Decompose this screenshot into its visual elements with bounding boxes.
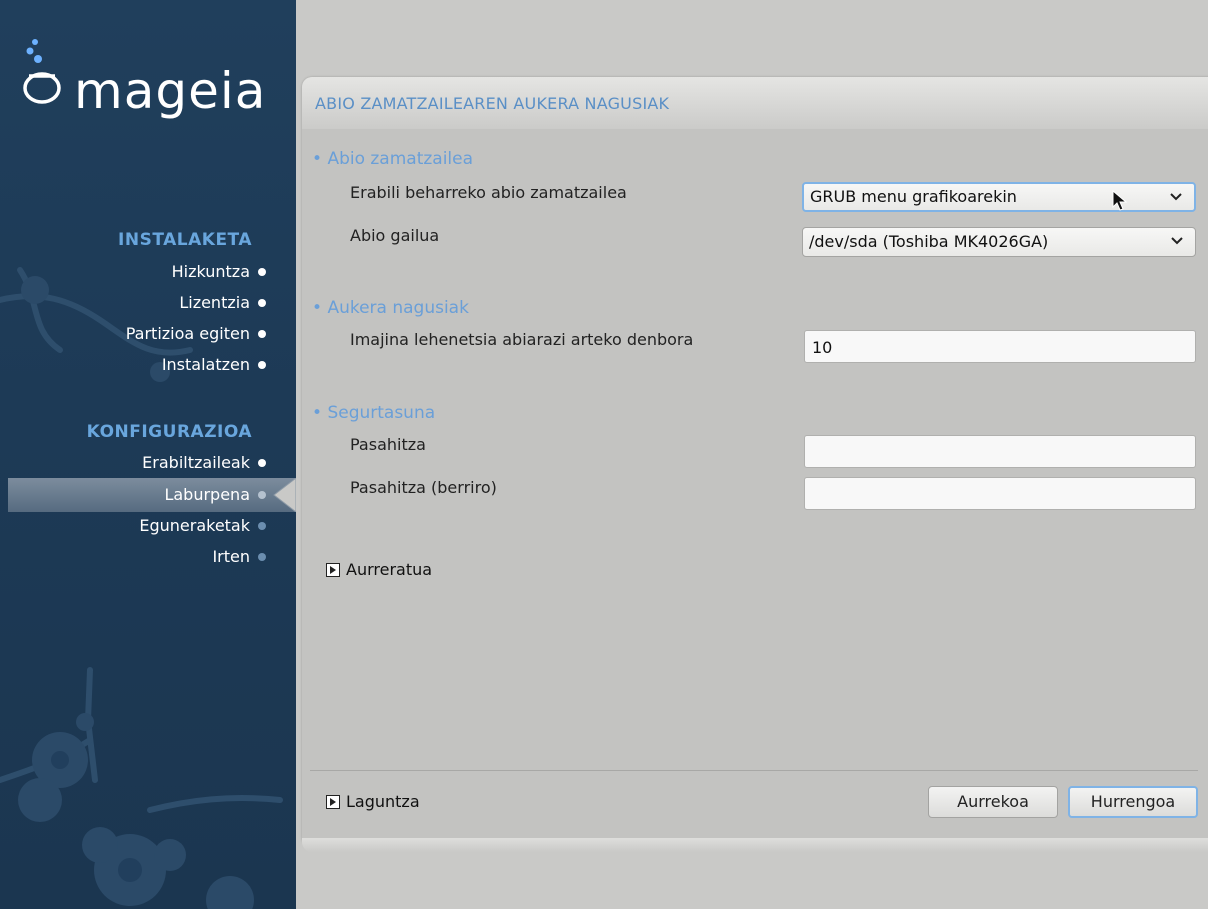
chevron-down-icon: [1171, 237, 1183, 245]
sidebar: mageia INSTALAKETA Hizkuntza Lizentzia P…: [0, 0, 296, 909]
nav-item-label: Eguneraketak: [139, 516, 250, 535]
nav-item-installing: Instalatzen: [161, 350, 266, 380]
group-heading-text: Segurtasuna: [327, 403, 436, 423]
delay-label: Imajina lehenetsia abiarazi arteko denbo…: [350, 330, 694, 349]
nav-item-exit: Irten: [212, 542, 266, 572]
mageia-logo-icon: [23, 39, 61, 104]
group-heading-security: • Segurtasuna: [312, 403, 436, 423]
help-expander[interactable]: Laguntza: [326, 792, 420, 811]
nav-item-label: Hizkuntza: [171, 262, 250, 281]
group-heading-text: Aukera nagusiak: [327, 298, 469, 318]
nav-section-configuration: KONFIGURAZIOA: [86, 422, 252, 442]
group-heading-main-options: • Aukera nagusiak: [312, 298, 469, 318]
step-pending-dot-icon: [258, 522, 266, 530]
advanced-label: Aurreratua: [346, 560, 433, 579]
nav-item-label: Partizioa egiten: [125, 324, 250, 343]
password-input[interactable]: [804, 435, 1196, 468]
step-current-dot-icon: [258, 491, 266, 499]
chevron-down-icon: [1170, 193, 1182, 201]
nav-item-label: Erabiltzaileak: [142, 453, 250, 472]
previous-button[interactable]: Aurrekoa: [928, 786, 1058, 818]
nav-section-installation: INSTALAKETA: [118, 230, 252, 250]
group-heading-text: Abio zamatzailea: [327, 149, 474, 169]
mouse-pointer-icon: [1112, 190, 1128, 211]
nav-item-license: Lizentzia: [179, 288, 266, 318]
bootloader-select[interactable]: GRUB menu grafikoarekin: [802, 182, 1196, 212]
delay-input[interactable]: 10: [804, 330, 1196, 363]
nav-item-users: Erabiltzaileak: [142, 448, 266, 478]
step-done-dot-icon: [258, 330, 266, 338]
bootloader-select-value: GRUB menu grafikoarekin: [810, 187, 1017, 206]
password-label: Pasahitza: [350, 435, 426, 454]
nav-current-highlight: [8, 478, 296, 512]
step-pending-dot-icon: [258, 553, 266, 561]
page-title: ABIO ZAMATZAILEAREN AUKERA NAGUSIAK: [315, 94, 670, 113]
expand-arrow-icon: [326, 794, 340, 809]
step-done-dot-icon: [258, 299, 266, 307]
nav-item-label: Laburpena: [164, 485, 250, 504]
boot-device-label: Abio gailua: [350, 226, 440, 245]
nav-item-language: Hizkuntza: [171, 257, 266, 287]
nav-item-label: Irten: [212, 547, 250, 566]
boot-device-select-value: /dev/sda (Toshiba MK4026GA): [809, 232, 1049, 251]
current-step-pointer-icon: [273, 478, 296, 512]
nav-item-label: Instalatzen: [161, 355, 250, 374]
mageia-wordmark: mageia: [74, 62, 267, 120]
nav-item-updates: Eguneraketak: [139, 511, 266, 541]
next-button[interactable]: Hurrengoa: [1068, 786, 1198, 818]
group-heading-bootloader: • Abio zamatzailea: [312, 149, 474, 169]
expand-arrow-icon: [326, 562, 340, 577]
password-again-input[interactable]: [804, 477, 1196, 510]
advanced-expander[interactable]: Aurreratua: [326, 560, 432, 579]
step-done-dot-icon: [258, 361, 266, 369]
password-again-label: Pasahitza (berriro): [350, 478, 497, 497]
nav-item-label: Lizentzia: [179, 293, 250, 312]
boot-device-select[interactable]: /dev/sda (Toshiba MK4026GA): [802, 227, 1196, 257]
help-label: Laguntza: [346, 792, 420, 811]
step-done-dot-icon: [258, 459, 266, 467]
nav-item-summary: Laburpena: [164, 480, 266, 510]
panel-bottom-edge: [302, 838, 1208, 852]
step-done-dot-icon: [258, 268, 266, 276]
nav-item-partitioning: Partizioa egiten: [125, 319, 266, 349]
footer-divider: [310, 770, 1198, 771]
bootloader-label: Erabili beharreko abio zamatzailea: [350, 183, 627, 202]
